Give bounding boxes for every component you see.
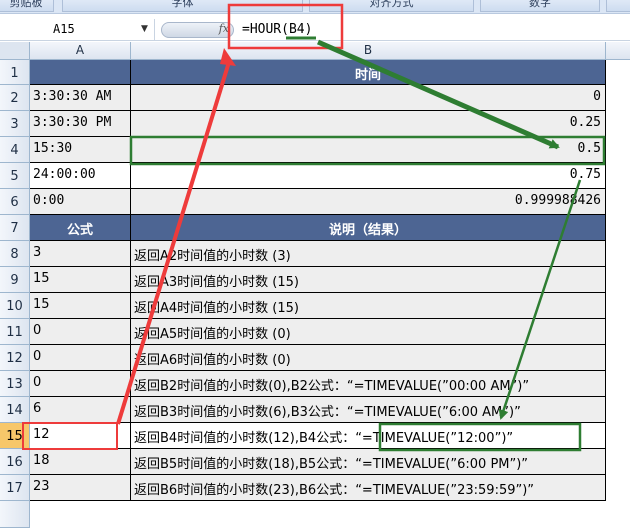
cell-a17[interactable]: 23 — [30, 475, 131, 501]
row-header-1[interactable]: 1 — [0, 60, 30, 85]
cell-a15[interactable]: 12 — [30, 423, 131, 449]
row-header-8[interactable]: 8 — [0, 241, 30, 267]
cell-b10[interactable]: 返回A4时间值的小时数 (15) — [131, 293, 606, 319]
cell-a6[interactable]: 0:00 — [30, 189, 131, 215]
row-header-14[interactable]: 14 — [0, 397, 30, 423]
insert-function-button[interactable]: fx — [161, 22, 234, 38]
cell-b3[interactable]: 0.25 — [131, 111, 606, 137]
row-header-12[interactable]: 12 — [0, 345, 30, 371]
cell-a8[interactable]: 3 — [30, 241, 131, 267]
column-header-a[interactable]: A — [30, 42, 131, 60]
formula-bar: A15 ▼ fx =HOUR(B4) — [0, 19, 630, 41]
row-header-4[interactable]: 4 — [0, 137, 30, 163]
row-header-9[interactable]: 9 — [0, 267, 30, 293]
cell-a11[interactable]: 0 — [30, 319, 131, 345]
fx-icon: fx — [218, 22, 229, 35]
cell-b6[interactable]: 0.999988426 — [131, 189, 606, 215]
cell-a10[interactable]: 15 — [30, 293, 131, 319]
cell-a9[interactable]: 15 — [30, 267, 131, 293]
cell-b15[interactable]: 返回B4时间值的小时数(12),B4公式：“=TIMEVALUE(”12:00”… — [131, 423, 606, 449]
name-box[interactable]: A15 ▼ — [0, 19, 155, 40]
cell-b16[interactable]: 返回B5时间值的小时数(18),B5公式：“=TIMEVALUE(”6:00 P… — [131, 449, 606, 475]
cell-b14[interactable]: 返回B3时间值的小时数(6),B3公式：“=TIMEVALUE(”6:00 AM… — [131, 397, 606, 423]
chevron-down-icon[interactable]: ▼ — [141, 24, 148, 34]
row-header-10[interactable]: 10 — [0, 293, 30, 319]
cell-b2[interactable]: 0 — [131, 85, 606, 111]
cell-a16[interactable]: 18 — [30, 449, 131, 475]
cell-a3[interactable]: 3:30:30 PM — [30, 111, 131, 137]
row-header-18[interactable] — [0, 501, 30, 528]
row-header-3[interactable]: 3 — [0, 111, 30, 137]
cell-b12[interactable]: 返回A6时间值的小时数 (0) — [131, 345, 606, 371]
row-header-5[interactable]: 5 — [0, 163, 30, 189]
row-header-2[interactable]: 2 — [0, 85, 30, 111]
cell-b1[interactable]: 时间 — [131, 60, 606, 85]
cell-b8[interactable]: 返回A2时间值的小时数 (3) — [131, 241, 606, 267]
ribbon-group-font[interactable]: 字体 — [62, 0, 303, 12]
cell-b9[interactable]: 返回A3时间值的小时数 (15) — [131, 267, 606, 293]
row-header-7[interactable]: 7 — [0, 215, 30, 241]
formula-input[interactable]: =HOUR(B4) — [242, 22, 312, 37]
row-header-16[interactable]: 16 — [0, 449, 30, 475]
ribbon-group-clipboard[interactable]: 剪贴板 — [0, 0, 54, 12]
cell-a12[interactable]: 0 — [30, 345, 131, 371]
row-header-13[interactable]: 13 — [0, 371, 30, 397]
ribbon-group-more[interactable] — [606, 0, 630, 12]
cell-a13[interactable]: 0 — [30, 371, 131, 397]
ribbon-group-number[interactable]: 数字 — [480, 0, 600, 12]
cell-a4[interactable]: 15:30 — [30, 137, 131, 163]
cell-b4[interactable]: 0.5 — [131, 137, 606, 163]
cell-b11[interactable]: 返回A5时间值的小时数 (0) — [131, 319, 606, 345]
row-header-11[interactable]: 11 — [0, 319, 30, 345]
row-header-17[interactable]: 17 — [0, 475, 30, 501]
row-header-6[interactable]: 6 — [0, 189, 30, 215]
name-box-value: A15 — [53, 22, 75, 36]
cell-b17[interactable]: 返回B6时间值的小时数(23),B6公式：“=TIMEVALUE(”23:59:… — [131, 475, 606, 501]
cell-a5[interactable]: 24:00:00 — [30, 163, 131, 189]
column-header-b[interactable]: B — [131, 42, 606, 60]
cell-b7[interactable]: 说明（结果） — [131, 215, 606, 241]
row-header-15[interactable]: 15 — [0, 423, 30, 449]
cell-a2[interactable]: 3:30:30 AM — [30, 85, 131, 111]
cell-a1[interactable] — [30, 60, 131, 85]
cell-b5[interactable]: 0.75 — [131, 163, 606, 189]
column-header-c[interactable] — [606, 42, 630, 60]
select-all-corner[interactable] — [0, 42, 30, 60]
cell-a7[interactable]: 公式 — [30, 215, 131, 241]
ribbon: 剪贴板 字体 对齐方式 数字 — [0, 0, 630, 14]
ribbon-group-alignment[interactable]: 对齐方式 — [309, 0, 474, 12]
cell-b13[interactable]: 返回B2时间值的小时数(0),B2公式：“=TIMEVALUE(”00:00 A… — [131, 371, 606, 397]
cell-a14[interactable]: 6 — [30, 397, 131, 423]
